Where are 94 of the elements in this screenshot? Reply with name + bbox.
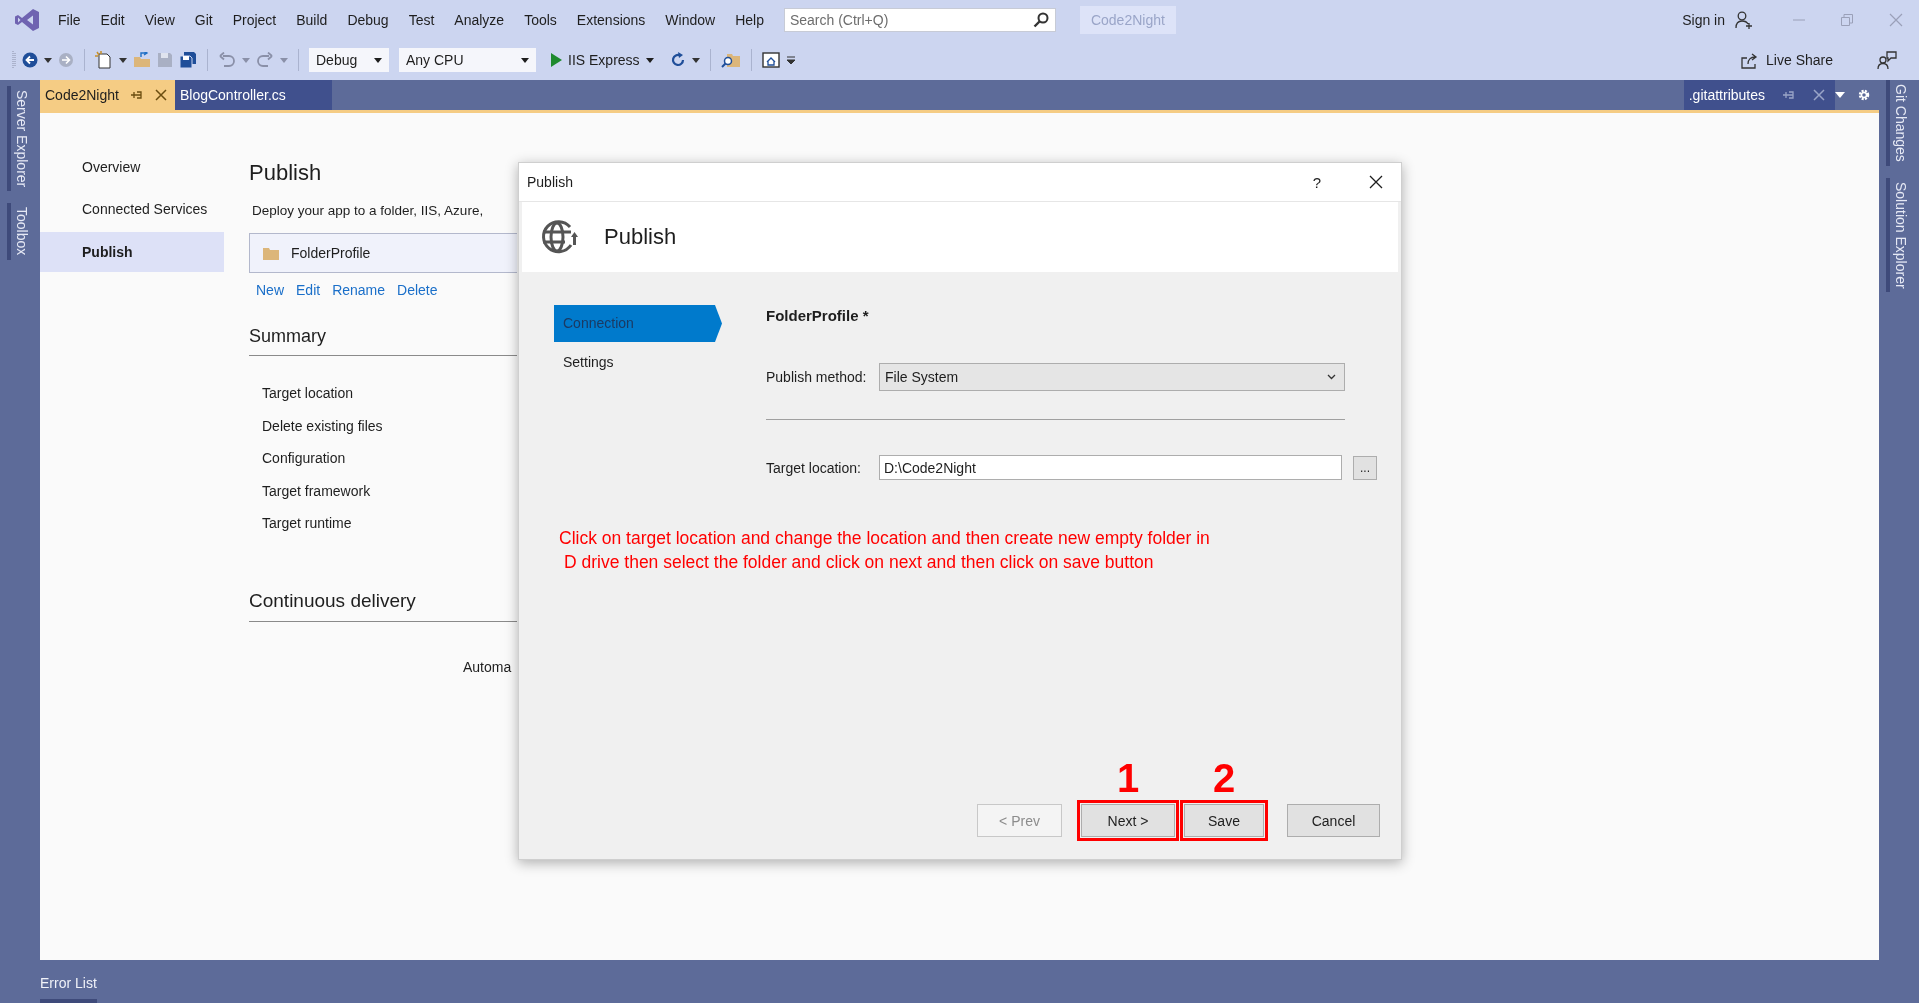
dropdown-icon[interactable]: [1835, 92, 1845, 98]
target-location-field[interactable]: D:\Code2Night: [879, 455, 1342, 480]
summary-label: Target runtime: [262, 514, 352, 533]
search-field[interactable]: Search (Ctrl+Q): [783, 8, 1056, 32]
grip-icon: [12, 50, 16, 70]
instruction-text: Click on target location and change the location and then create new empty folder in: [558, 527, 1211, 550]
document-tab[interactable]: BlogController.cs: [174, 80, 332, 110]
back-icon[interactable]: [22, 52, 38, 68]
add-user-icon[interactable]: [1735, 11, 1753, 29]
sign-in-link[interactable]: Sign in: [1682, 12, 1725, 28]
dialog-title: Publish: [527, 174, 574, 190]
dialog-button[interactable]: Save: [1184, 804, 1264, 837]
menu-item[interactable]: Debug: [337, 8, 399, 32]
close-icon[interactable]: [1369, 175, 1383, 189]
menu-item[interactable]: Extensions: [566, 8, 656, 32]
action-link[interactable]: New: [256, 280, 284, 300]
menu-item[interactable]: Window: [655, 8, 726, 32]
open-folder-icon[interactable]: [133, 52, 151, 68]
menu-item[interactable]: Test: [398, 8, 445, 32]
caret-icon: [521, 57, 529, 63]
menu-item[interactable]: Build: [286, 8, 338, 32]
platform-dropdown[interactable]: Any CPU: [399, 48, 536, 72]
tool-window-tab[interactable]: Git Changes: [1886, 80, 1912, 166]
caret-icon: [119, 57, 127, 63]
instruction-text: D drive then select the folder and click on next and then click on save button: [563, 551, 1155, 574]
caret-icon: [242, 57, 250, 63]
field-label: Publish method:: [766, 369, 868, 385]
action-link[interactable]: Rename: [332, 280, 386, 300]
browse-button[interactable]: ...: [1353, 455, 1377, 480]
page-description: Deploy your app to a folder, IIS, Azure,: [252, 202, 484, 220]
publish-method-dropdown[interactable]: File System: [879, 363, 1345, 391]
document-tab[interactable]: Code2Night: [40, 80, 175, 110]
play-icon: [550, 53, 562, 67]
caret-icon: [374, 57, 382, 63]
profile-name: FolderProfile *: [766, 306, 870, 326]
error-list-tab[interactable]: Error List: [40, 973, 97, 1003]
page-title: Publish: [249, 159, 322, 187]
overflow-icon[interactable]: [785, 55, 796, 65]
tool-window-tab[interactable]: Server Explorer: [7, 86, 33, 192]
pin-icon[interactable]: [1783, 89, 1795, 101]
feedback-icon[interactable]: [1877, 51, 1897, 69]
caret-icon: [44, 57, 52, 63]
app-logo-icon: [14, 7, 40, 33]
tool-window-tab[interactable]: Solution Explorer: [1886, 177, 1912, 293]
summary-label: Delete existing files: [262, 416, 383, 436]
run-button[interactable]: IIS Express: [550, 52, 654, 68]
annotation-number: 2: [1212, 758, 1236, 798]
share-icon: [1740, 51, 1759, 69]
dialog-heading: Publish: [604, 224, 677, 250]
browser-window-icon[interactable]: [761, 52, 780, 68]
menu-item[interactable]: Help: [725, 8, 774, 32]
configuration-dropdown[interactable]: Debug: [309, 48, 389, 72]
profile-selector[interactable]: FolderProfile: [249, 233, 517, 273]
document-tab[interactable]: .gitattributes: [1683, 80, 1835, 110]
dialog-button[interactable]: Next >: [1081, 804, 1175, 837]
summary-label: Target framework: [262, 481, 371, 501]
new-project-icon[interactable]: [95, 51, 113, 69]
nav-item[interactable]: Publish: [40, 232, 224, 272]
pin-icon[interactable]: [130, 89, 143, 101]
tool-window-tab[interactable]: Toolbox: [7, 203, 33, 260]
live-share-button[interactable]: Live Share: [1740, 51, 1833, 69]
menu-item[interactable]: Project: [222, 8, 287, 32]
dialog-button[interactable]: Cancel: [1287, 804, 1380, 837]
solution-name-badge: Code2Night: [1079, 6, 1176, 34]
section-text: Automa: [463, 657, 512, 677]
search-icon: [1032, 12, 1049, 28]
summary-label: Target location: [262, 384, 354, 403]
action-link[interactable]: Delete: [397, 280, 438, 300]
globe-icon: [540, 219, 580, 255]
menu-item[interactable]: Git: [184, 8, 223, 32]
caret-icon: [691, 57, 700, 63]
refresh-icon[interactable]: [669, 52, 686, 68]
nav-item[interactable]: Connected Services: [40, 188, 224, 230]
nav-item[interactable]: Overview: [40, 146, 224, 188]
settings-icon[interactable]: [1857, 88, 1871, 102]
menu-item[interactable]: File: [48, 8, 91, 32]
menu-item[interactable]: Edit: [90, 8, 135, 32]
section-heading: Continuous delivery: [249, 588, 416, 613]
save-all-icon[interactable]: [179, 51, 197, 69]
find-folder-icon[interactable]: [720, 51, 741, 69]
annotation-number: 1: [1116, 758, 1140, 798]
help-button[interactable]: ?: [1312, 173, 1321, 191]
chevron-down-icon: [1327, 374, 1336, 380]
field-label: Target location:: [766, 459, 862, 476]
section-heading: Summary: [249, 325, 326, 348]
wizard-step[interactable]: Settings: [554, 344, 722, 381]
menu-item[interactable]: View: [134, 8, 185, 32]
menu-item[interactable]: Tools: [514, 8, 567, 32]
action-link[interactable]: Edit: [296, 280, 321, 300]
menu-item[interactable]: Analyze: [444, 8, 515, 32]
summary-label: Configuration: [262, 449, 346, 468]
folder-icon: [263, 246, 279, 260]
caret-icon: [645, 57, 654, 63]
caret-icon: [280, 57, 288, 63]
